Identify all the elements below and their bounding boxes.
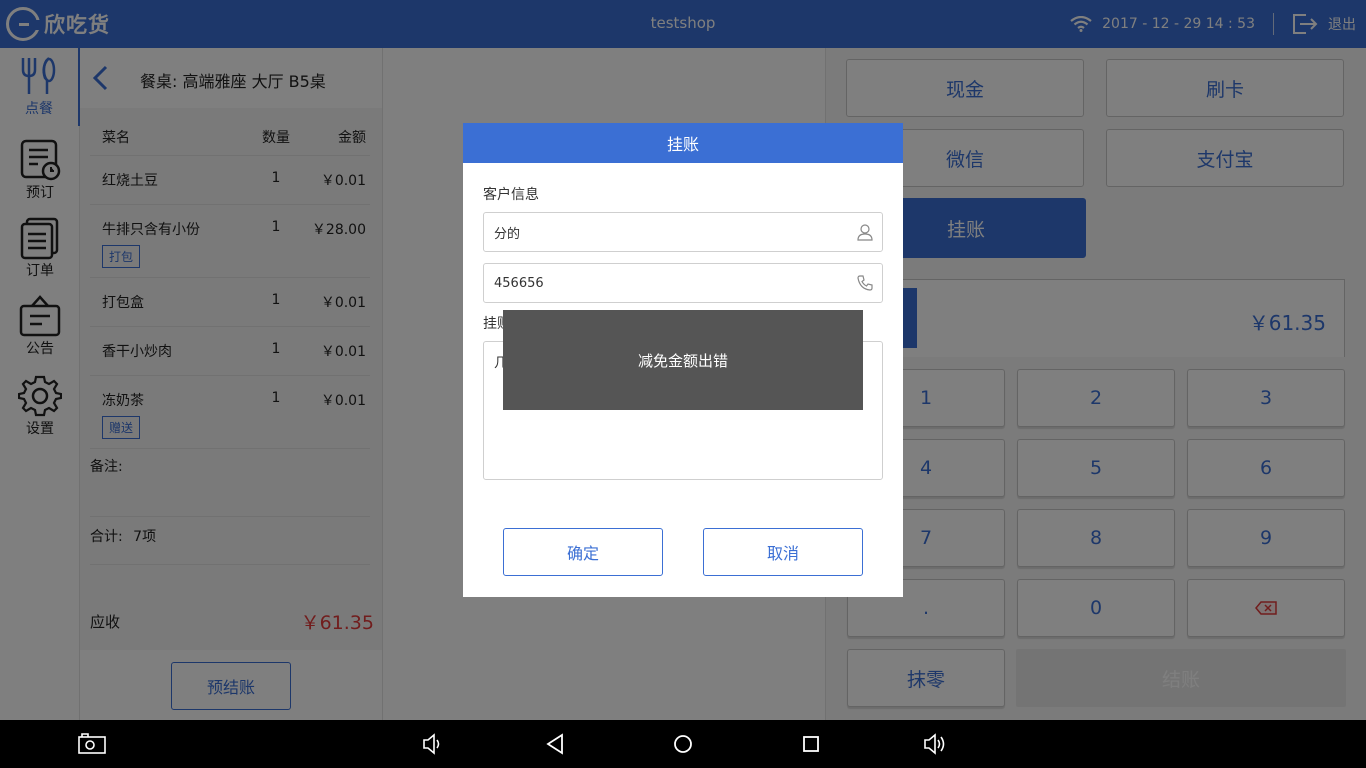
customer-phone-value: 456656 [494, 275, 544, 291]
error-toast: 减免金额出错 [503, 310, 863, 410]
volume-up-icon[interactable] [921, 732, 949, 756]
home-nav-icon[interactable] [669, 732, 697, 756]
recents-nav-icon[interactable] [797, 732, 825, 756]
dialog-title: 挂账 [463, 123, 903, 163]
customer-phone-field[interactable]: 456656 [483, 263, 883, 303]
phone-icon [857, 275, 873, 291]
back-nav-icon[interactable] [542, 732, 570, 756]
system-nav-bar [0, 720, 1366, 768]
customer-name-field[interactable]: 分的 [483, 212, 883, 252]
confirm-button[interactable]: 确定 [503, 528, 663, 576]
user-icon [857, 224, 873, 241]
cancel-button[interactable]: 取消 [703, 528, 863, 576]
volume-down-icon[interactable] [418, 732, 446, 756]
customer-name-value: 分的 [494, 226, 521, 242]
app-window: 欣吃货 testshop 2017 - 12 - 29 14 : 53 退出 [0, 0, 1366, 720]
screenshot-icon[interactable] [78, 732, 106, 756]
customer-info-label: 客户信息 [483, 187, 539, 203]
